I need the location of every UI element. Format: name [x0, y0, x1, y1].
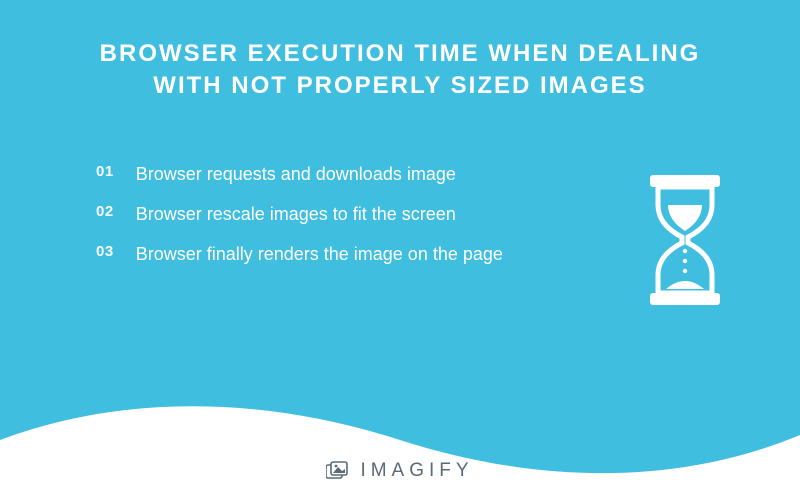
page-title: BROWSER EXECUTION TIME WHEN DEALING WITH…	[0, 0, 800, 103]
list-item: 03 Browser finally renders the image on …	[96, 241, 531, 267]
wave-decoration	[0, 390, 800, 500]
brand-logo: IMAGIFY	[0, 460, 800, 482]
list-item: 02 Browser rescale images to fit the scr…	[96, 201, 531, 227]
brand-name: IMAGIFY	[360, 460, 473, 482]
step-text: Browser rescale images to fit the screen	[136, 201, 456, 227]
step-number: 02	[96, 201, 114, 224]
step-text: Browser requests and downloads image	[136, 161, 456, 187]
steps-list: 01 Browser requests and downloads image …	[96, 161, 531, 267]
step-number: 01	[96, 161, 114, 184]
step-number: 03	[96, 241, 114, 264]
brand-icon	[326, 461, 350, 481]
list-item: 01 Browser requests and downloads image	[96, 161, 531, 187]
step-text: Browser finally renders the image on the…	[136, 241, 503, 267]
hourglass-icon	[640, 175, 730, 305]
